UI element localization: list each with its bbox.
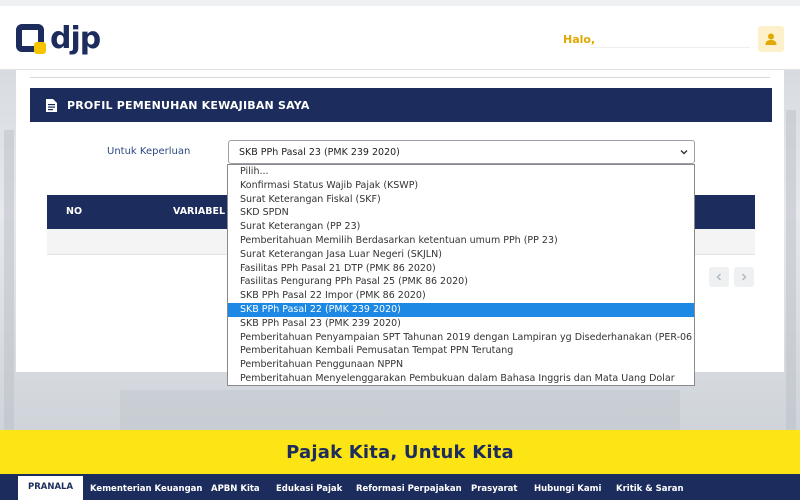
greeting-underline <box>590 47 750 48</box>
dropdown-option[interactable]: Fasilitas Pengurang PPh Pasal 25 (PMK 86… <box>228 275 694 289</box>
dropdown-option[interactable]: Pemberitahuan Kembali Pemusatan Tempat P… <box>228 344 694 358</box>
footer-nav-reformasi-perpajakan[interactable]: Reformasi Perpajakan <box>356 474 462 500</box>
djp-logo[interactable]: djp <box>16 20 101 56</box>
user-icon <box>765 33 777 45</box>
logo-text: djp <box>50 20 101 56</box>
purpose-select-value: SKB PPh Pasal 23 (PMK 239 2020) <box>239 146 400 158</box>
column-header-variabel: VARIABEL <box>173 206 226 217</box>
dropdown-option[interactable]: Surat Keterangan (PP 23) <box>228 220 694 234</box>
panel-header: PROFIL PEMENUHAN KEWAJIBAN SAYA <box>30 88 772 122</box>
djp-logo-mark <box>16 24 46 54</box>
user-menu-button[interactable] <box>758 26 784 52</box>
previous-section-edge <box>30 70 770 78</box>
footer-nav-pranala[interactable]: PRANALA <box>18 476 84 500</box>
dropdown-option[interactable]: SKB PPh Pasal 22 (PMK 239 2020) <box>228 302 694 317</box>
dropdown-option[interactable]: Surat Keterangan Fiskal (SKF) <box>228 193 694 207</box>
purpose-select[interactable]: SKB PPh Pasal 23 (PMK 239 2020) <box>228 140 695 164</box>
pagination-next-button[interactable] <box>734 267 754 287</box>
chevron-right-icon <box>742 273 747 281</box>
dropdown-option[interactable]: Fasilitas PPh Pasal 21 DTP (PMK 86 2020) <box>228 262 694 276</box>
footer-nav: PRANALA Kementerian Keuangan APBN Kita E… <box>0 474 800 500</box>
footer-nav-prasyarat[interactable]: Prasyarat <box>471 474 517 500</box>
column-header-no: NO <box>66 206 83 217</box>
chevron-left-icon <box>716 273 721 281</box>
document-icon <box>46 98 57 112</box>
dropdown-option[interactable]: SKB PPh Pasal 22 Impor (PMK 86 2020) <box>228 289 694 303</box>
tagline-text: Pajak Kita, Untuk Kita <box>286 441 514 463</box>
dropdown-option[interactable]: Pemberitahuan Memilih Berdasarkan ketent… <box>228 234 694 248</box>
dropdown-option[interactable]: Pilih... <box>228 165 694 179</box>
dropdown-option[interactable]: SKB PPh Pasal 23 (PMK 239 2020) <box>228 317 694 331</box>
greeting-text: Halo, <box>563 33 596 46</box>
footer-nav-kementerian-keuangan[interactable]: Kementerian Keuangan <box>90 474 202 500</box>
footer-nav-apbn-kita[interactable]: APBN Kita <box>211 474 260 500</box>
dropdown-option[interactable]: Konfirmasi Status Wajib Pajak (KSWP) <box>228 179 694 193</box>
pagination-prev-button[interactable] <box>709 267 729 287</box>
purpose-label: Untuk Keperluan <box>107 146 191 157</box>
site-header: djp Halo, <box>0 0 800 70</box>
panel-title: PROFIL PEMENUHAN KEWAJIBAN SAYA <box>67 98 310 112</box>
tagline-banner: Pajak Kita, Untuk Kita <box>0 430 800 474</box>
dropdown-option[interactable]: Pemberitahuan Menyelenggarakan Pembukuan… <box>228 372 694 385</box>
chevron-down-icon <box>680 150 688 155</box>
footer-nav-hubungi-kami[interactable]: Hubungi Kami <box>534 474 601 500</box>
dropdown-option[interactable]: Pemberitahuan Penyampaian SPT Tahunan 20… <box>228 331 694 345</box>
footer-nav-kritik-saran[interactable]: Kritik & Saran <box>616 474 684 500</box>
dropdown-option[interactable]: Surat Keterangan Jasa Luar Negeri (SKJLN… <box>228 248 694 262</box>
dropdown-option[interactable]: SKD SPDN <box>228 206 694 220</box>
header-top-strip <box>0 0 800 6</box>
dropdown-option[interactable]: Pemberitahuan Penggunaan NPPN <box>228 358 694 372</box>
footer-nav-edukasi-pajak[interactable]: Edukasi Pajak <box>276 474 342 500</box>
purpose-dropdown-list[interactable]: Pilih... Konfirmasi Status Wajib Pajak (K… <box>227 164 695 386</box>
